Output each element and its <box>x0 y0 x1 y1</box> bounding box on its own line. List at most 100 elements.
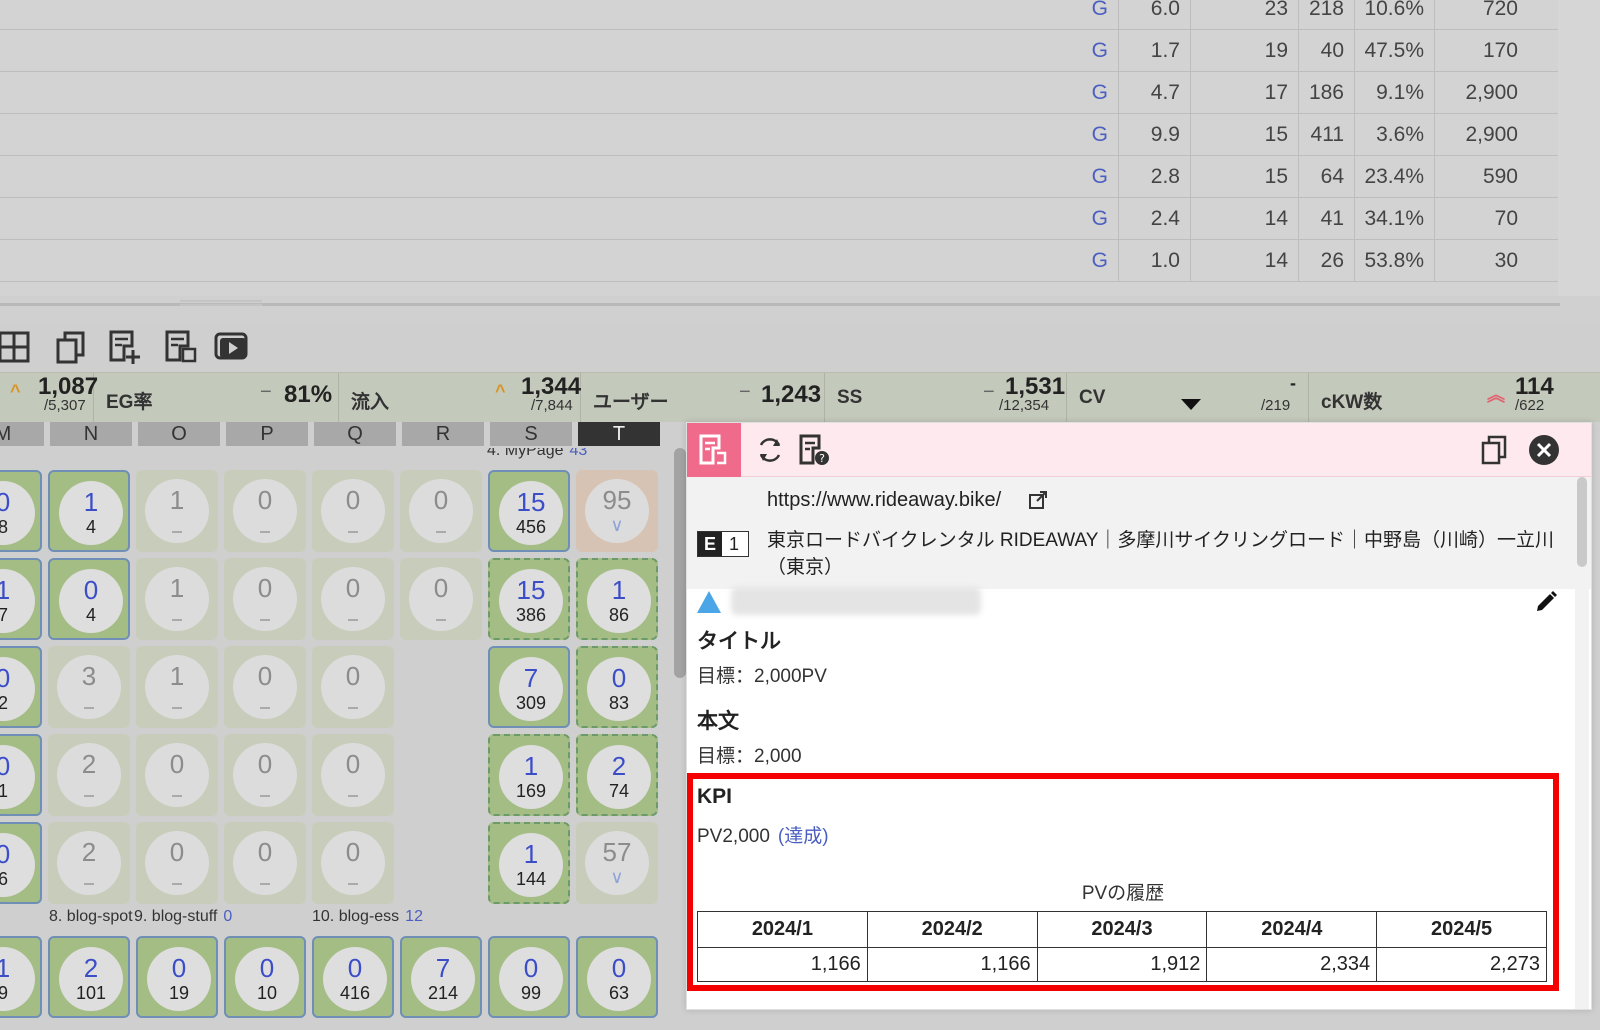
memo-help-icon[interactable]: ? <box>797 433 831 467</box>
cell-circle: 0 <box>321 479 385 543</box>
column-header[interactable]: R <box>402 422 484 446</box>
page-cell[interactable]: 17 <box>0 558 42 640</box>
page-cell[interactable]: 0 99 <box>488 936 570 1018</box>
empty-dash <box>260 619 270 621</box>
page-url-link[interactable]: https://www.rideaway.bike/ <box>767 489 1001 512</box>
page-cell[interactable]: 1 169 <box>488 734 570 816</box>
cell-circle: 02 <box>0 657 35 721</box>
grid-scrollbar[interactable] <box>674 448 686 678</box>
page-cell[interactable]: 3 <box>48 646 130 728</box>
page-cell[interactable]: 0 <box>136 734 218 816</box>
page-cell[interactable]: 06 <box>0 822 42 904</box>
page-cell[interactable]: 95 ∨ <box>576 470 658 552</box>
rate-cell: 34.1% <box>1354 197 1434 240</box>
cell-value: 15 <box>516 487 546 517</box>
page-cell[interactable]: 1 <box>136 470 218 552</box>
page-cell[interactable]: 57 ∨ <box>576 822 658 904</box>
page-cell[interactable]: 15 456 <box>488 470 570 552</box>
cell-value: 0 <box>257 485 273 515</box>
dropdown-arrow-icon[interactable] <box>1181 399 1201 410</box>
page-cell[interactable]: 0 19 <box>136 936 218 1018</box>
refresh-icon[interactable] <box>753 433 787 467</box>
page-cell[interactable]: 01 <box>0 734 42 816</box>
page-cell[interactable]: 08 <box>0 470 42 552</box>
table-row[interactable]: G 1.7 19 40 47.5% 170 <box>0 29 1558 72</box>
page-cell[interactable]: 0 63 <box>576 936 658 1018</box>
external-link-icon[interactable] <box>1027 489 1049 511</box>
splitter-grip[interactable] <box>180 300 262 306</box>
cell-circle: 0 63 <box>587 947 651 1011</box>
table-row[interactable]: G 9.9 15 411 3.6% 2,900 <box>0 113 1558 156</box>
page-cell[interactable]: 15 386 <box>488 558 570 640</box>
chevron-down-icon: ∨ <box>610 867 624 887</box>
section-label: 9. blog-stuff 0 <box>134 908 232 926</box>
video-icon[interactable] <box>212 328 250 366</box>
page-cell[interactable]: 0 <box>312 734 394 816</box>
column-header[interactable]: N <box>50 422 132 446</box>
page-cell[interactable]: 0 <box>224 734 306 816</box>
page-cell[interactable]: 0 <box>312 646 394 728</box>
page-cell[interactable]: 2 101 <box>48 936 130 1018</box>
page-cell[interactable]: 02 <box>0 646 42 728</box>
column-header[interactable]: M <box>0 422 44 446</box>
page-cell[interactable]: 0 <box>224 646 306 728</box>
page-cell[interactable]: 0 <box>224 470 306 552</box>
page-cell[interactable]: 2 <box>48 734 130 816</box>
page-cell[interactable]: 1 <box>136 558 218 640</box>
cell-value: 1 <box>0 575 11 605</box>
page-cell[interactable]: 0 10 <box>224 936 306 1018</box>
column-header[interactable]: Q <box>314 422 396 446</box>
column-header[interactable]: S <box>490 422 572 446</box>
table-row[interactable]: G 6.0 23 218 10.6% 720 <box>0 0 1558 30</box>
cell-circle: 0 <box>233 655 297 719</box>
close-icon[interactable] <box>1527 433 1561 467</box>
chevron-down-icon: ∨ <box>610 515 624 535</box>
page-cell[interactable]: 14 <box>48 470 130 552</box>
cell-subvalue: 386 <box>515 605 547 625</box>
table-row[interactable]: G 1.0 14 26 53.8% 30 <box>0 239 1558 282</box>
page-cell[interactable]: 0 <box>312 822 394 904</box>
page-cell[interactable]: 0 <box>312 558 394 640</box>
kpi-value: PV2,000 <box>697 826 770 847</box>
column-header[interactable]: T <box>578 422 660 446</box>
position-cell: 2.8 <box>1118 155 1190 198</box>
popup-scrollbar[interactable] <box>1575 477 1589 1009</box>
page-cell[interactable]: 0 83 <box>576 646 658 728</box>
stat-label: ユーザー <box>593 392 669 413</box>
count-cell: 23 <box>1190 0 1298 30</box>
table-row[interactable]: G 2.8 15 64 23.4% 590 <box>0 155 1558 198</box>
page-cell[interactable]: 2 <box>48 822 130 904</box>
page-cell[interactable]: 1 86 <box>576 558 658 640</box>
page-cell[interactable]: 0 <box>400 558 482 640</box>
page-cell[interactable]: 2 74 <box>576 734 658 816</box>
column-header[interactable]: P <box>226 422 308 446</box>
page-cell[interactable]: 1 144 <box>488 822 570 904</box>
empty-dash <box>84 883 94 885</box>
page-cell[interactable]: 0 <box>224 558 306 640</box>
cell-subvalue: 4 <box>85 605 96 625</box>
table-row[interactable]: G 2.4 14 41 34.1% 70 <box>0 197 1558 240</box>
grid-view-icon[interactable] <box>0 328 34 366</box>
list-settings-icon[interactable] <box>162 328 200 366</box>
page-cell[interactable]: 0 <box>224 822 306 904</box>
page-cell[interactable]: 1 <box>136 646 218 728</box>
tab-page-memo[interactable] <box>687 423 741 477</box>
copy-icon[interactable] <box>52 328 90 366</box>
cell-subvalue: 144 <box>515 869 547 889</box>
column-header[interactable]: O <box>138 422 220 446</box>
page-cell[interactable]: 04 <box>48 558 130 640</box>
page-cell[interactable]: 0 <box>136 822 218 904</box>
popup-scroll-thumb[interactable] <box>1577 477 1587 567</box>
table-scrollbar[interactable] <box>1558 0 1600 296</box>
copy-icon[interactable] <box>1477 433 1511 467</box>
page-cell[interactable]: 19 <box>0 936 42 1018</box>
page-cell[interactable]: 0 <box>400 470 482 552</box>
add-list-icon[interactable] <box>106 328 144 366</box>
edit-pencil-icon[interactable] <box>1533 589 1559 615</box>
page-cell[interactable]: 7 214 <box>400 936 482 1018</box>
pane-splitter[interactable] <box>0 296 1600 322</box>
page-cell[interactable]: 7 309 <box>488 646 570 728</box>
page-cell[interactable]: 0 416 <box>312 936 394 1018</box>
page-cell[interactable]: 0 <box>312 470 394 552</box>
table-row[interactable]: G 4.7 17 186 9.1% 2,900 <box>0 71 1558 114</box>
